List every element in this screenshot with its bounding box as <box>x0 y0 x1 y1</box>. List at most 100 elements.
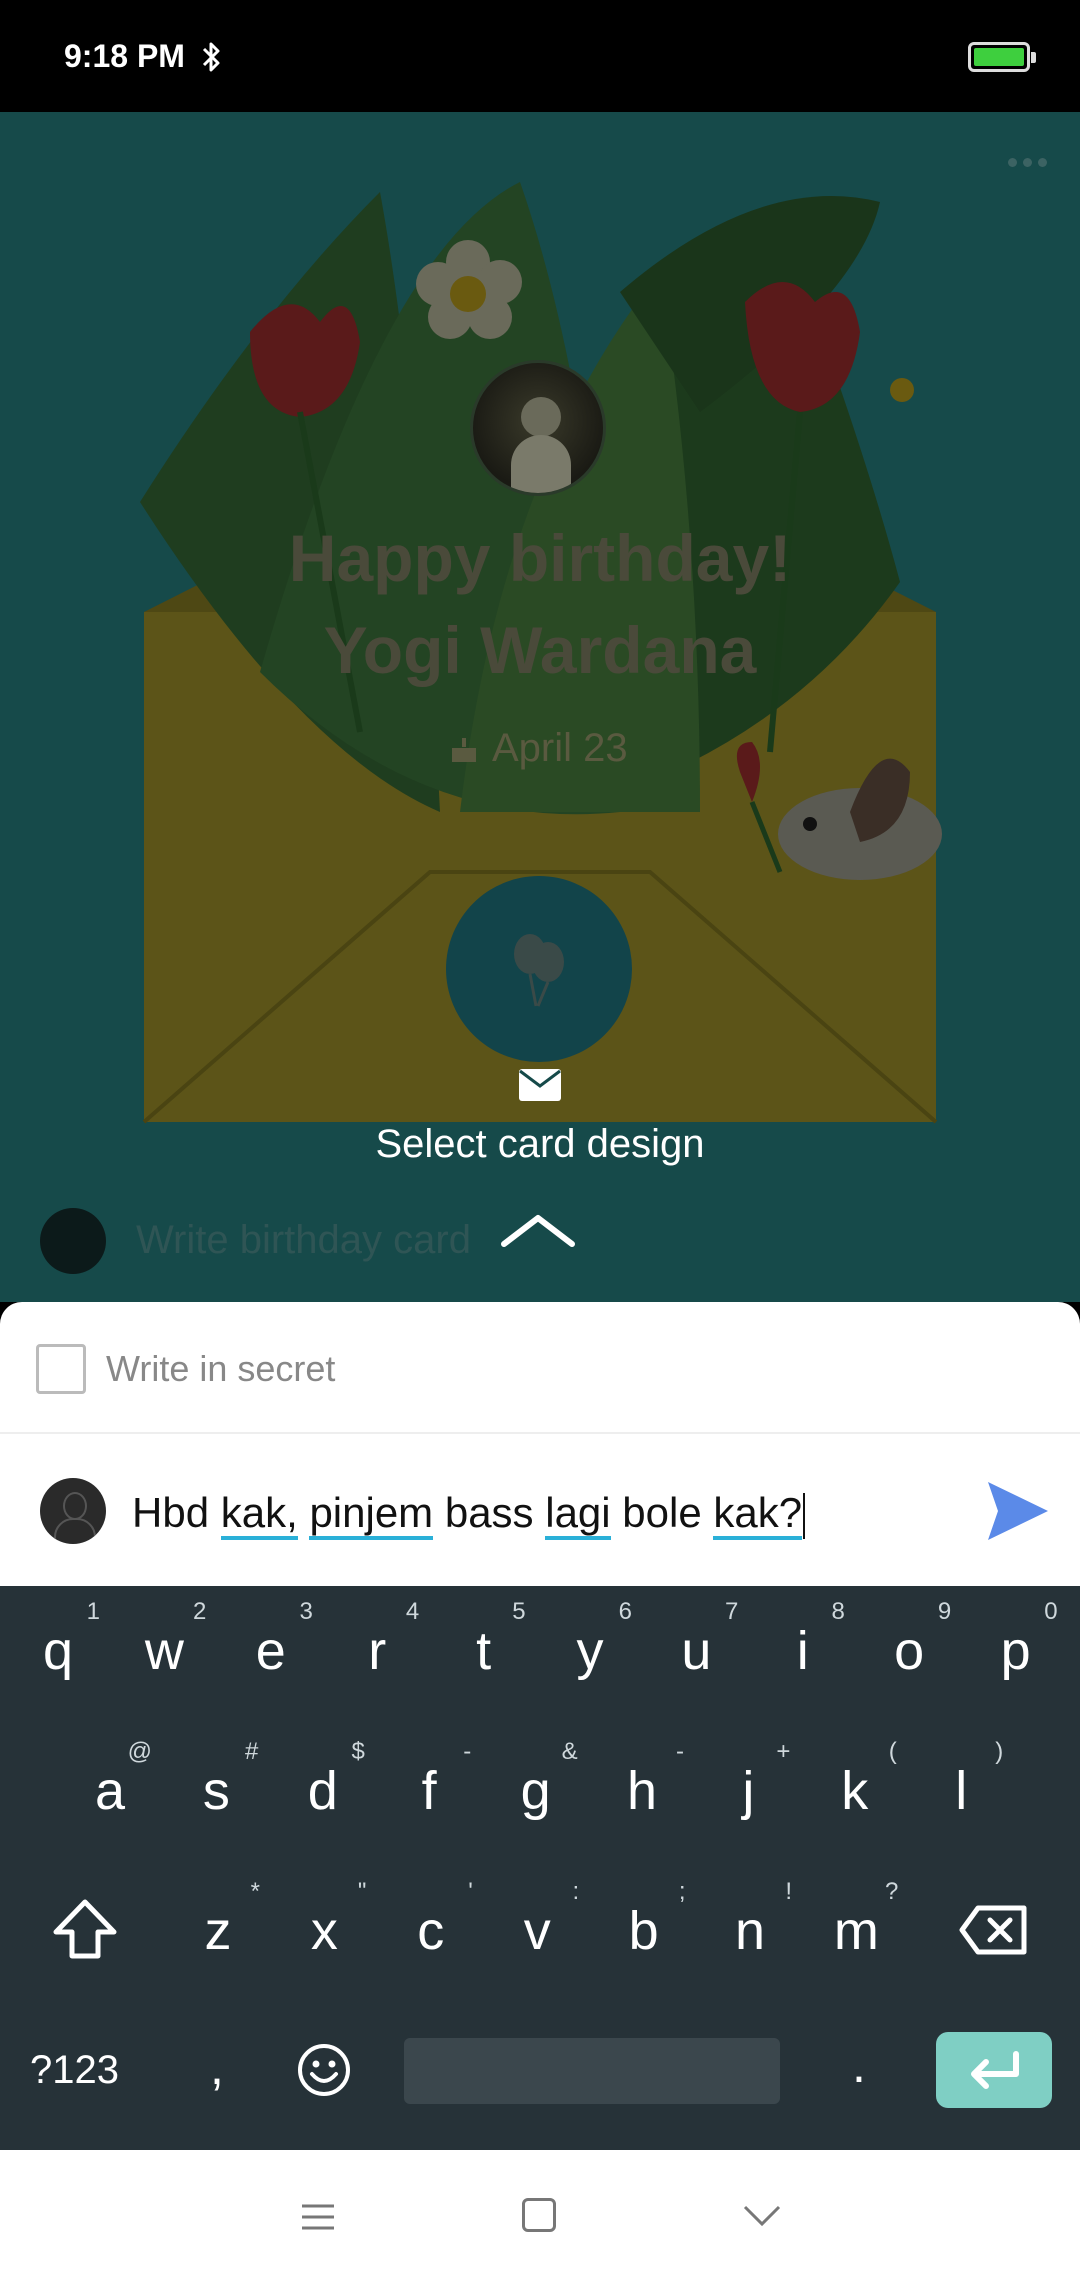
period-key[interactable]: . <box>852 2036 866 2094</box>
message-word-misspelled[interactable]: lagi <box>545 1489 611 1540</box>
key-label: m <box>833 1901 879 1961</box>
select-card-design-label[interactable]: Select card design <box>0 1122 1080 1167</box>
key-label: k <box>841 1761 869 1821</box>
card-design-button[interactable] <box>446 876 632 1062</box>
key-label: d <box>307 1761 338 1821</box>
key-label: h <box>626 1761 658 1821</box>
key-a[interactable]: a @ <box>60 1726 160 1856</box>
key-hint: : <box>572 1878 580 1905</box>
key-k[interactable]: k( <box>805 1726 905 1856</box>
key-label: i <box>796 1621 809 1681</box>
shift-icon[interactable] <box>50 1896 120 1962</box>
emoji-icon[interactable] <box>296 2042 352 2098</box>
key-d[interactable]: d $ <box>273 1726 373 1856</box>
balloon-icon <box>514 934 564 1007</box>
key-y[interactable]: y6 <box>540 1586 640 1716</box>
mail-icon <box>519 1069 561 1101</box>
key-v[interactable]: v: <box>487 1866 587 1996</box>
key-hint: # <box>245 1738 259 1765</box>
key-label: t <box>476 1621 492 1681</box>
system-nav-bar <box>0 2150 1080 2280</box>
write-birthday-card-placeholder[interactable]: Write birthday card <box>136 1218 471 1263</box>
key-label: z <box>204 1901 232 1961</box>
key-hint: 9 <box>937 1598 952 1625</box>
key-b[interactable]: b; <box>594 1866 694 1996</box>
key-f[interactable]: f- <box>379 1726 479 1856</box>
key-label: j <box>742 1761 755 1821</box>
recents-menu-icon[interactable] <box>300 2202 336 2232</box>
battery-full-icon <box>968 42 1036 72</box>
key-s[interactable]: s # <box>166 1726 266 1856</box>
write-in-secret-row[interactable]: Write in secret <box>0 1302 1080 1434</box>
comma-key[interactable]: , <box>210 2038 224 2096</box>
status-bar: 9:18 PM <box>0 0 1080 112</box>
key-n[interactable]: n! <box>700 1866 800 1996</box>
key-hint: 6 <box>618 1598 632 1625</box>
key-hint: 3 <box>299 1598 313 1625</box>
key-z[interactable]: z * <box>168 1866 268 1996</box>
key-hint: ! <box>785 1878 792 1905</box>
key-hint: 5 <box>512 1598 526 1625</box>
key-hint: - <box>676 1738 684 1765</box>
message-word-misspelled[interactable]: pinjem <box>309 1489 434 1540</box>
write-in-secret-checkbox[interactable] <box>36 1344 86 1394</box>
back-chevron-icon[interactable] <box>742 2202 782 2230</box>
symbols-key[interactable]: ?123 <box>30 2048 119 2093</box>
key-hint: ( <box>888 1738 897 1765</box>
space-key[interactable] <box>404 2038 780 2104</box>
key-q[interactable]: q1 <box>8 1586 108 1716</box>
key-p[interactable]: p0 <box>966 1586 1066 1716</box>
key-r[interactable]: r4 <box>327 1586 427 1716</box>
home-icon[interactable] <box>522 2198 556 2232</box>
key-label: g <box>520 1761 551 1821</box>
key-hint: ' <box>468 1878 473 1905</box>
key-label: f <box>421 1761 437 1821</box>
key-label: a <box>94 1761 126 1821</box>
key-x[interactable]: x " <box>274 1866 374 1996</box>
key-hint: 1 <box>86 1598 100 1625</box>
key-label: p <box>1000 1621 1031 1681</box>
write-in-secret-label[interactable]: Write in secret <box>106 1348 335 1390</box>
status-time: 9:18 PM <box>64 38 185 74</box>
key-o[interactable]: o9 <box>859 1586 959 1716</box>
key-hint: ) <box>995 1738 1004 1765</box>
key-label: q <box>42 1621 74 1681</box>
message-word-misspelled[interactable]: kak, <box>220 1489 298 1540</box>
message-input[interactable]: Hbd kak, pinjem bass lagi bole kak? <box>132 1478 952 1548</box>
key-l[interactable]: l) <box>911 1726 1011 1856</box>
key-hint: ; <box>678 1878 686 1905</box>
key-w[interactable]: w2 <box>114 1586 214 1716</box>
key-j[interactable]: j + <box>698 1726 798 1856</box>
key-t[interactable]: t5 <box>434 1586 534 1716</box>
key-hint: 4 <box>405 1598 420 1625</box>
key-e[interactable]: e3 <box>221 1586 321 1716</box>
key-hint: * <box>250 1878 260 1905</box>
more-options-icon[interactable] <box>1008 154 1058 167</box>
key-h[interactable]: h- <box>592 1726 692 1856</box>
birthday-card-preview: Happy birthday! Yogi Wardana April 23 Se… <box>0 112 1080 1302</box>
key-label: l <box>955 1761 968 1821</box>
key-label: y <box>576 1621 604 1681</box>
key-label: w <box>144 1621 184 1681</box>
message-word-misspelled[interactable]: kak? <box>713 1489 803 1540</box>
key-label: s <box>202 1761 230 1821</box>
recipient-avatar <box>470 360 606 496</box>
enter-key[interactable] <box>936 2032 1052 2108</box>
key-c[interactable]: c ' <box>381 1866 481 1996</box>
key-m[interactable]: m? <box>806 1866 906 1996</box>
user-avatar <box>40 1208 106 1274</box>
key-hint: $ <box>351 1738 365 1765</box>
key-label: v <box>523 1901 551 1961</box>
key-hint: + <box>776 1738 791 1765</box>
key-label: u <box>681 1621 712 1681</box>
chevron-up-icon[interactable] <box>500 1210 576 1250</box>
backspace-icon[interactable] <box>958 1904 1028 1956</box>
key-hint: 8 <box>831 1598 845 1625</box>
text-caret <box>803 1492 806 1539</box>
key-i[interactable]: i8 <box>753 1586 853 1716</box>
key-hint: ? <box>885 1878 899 1905</box>
send-icon[interactable] <box>986 1480 1050 1542</box>
key-u[interactable]: u7 <box>646 1586 746 1716</box>
message-word: bole <box>622 1489 702 1536</box>
key-g[interactable]: g & <box>486 1726 586 1856</box>
